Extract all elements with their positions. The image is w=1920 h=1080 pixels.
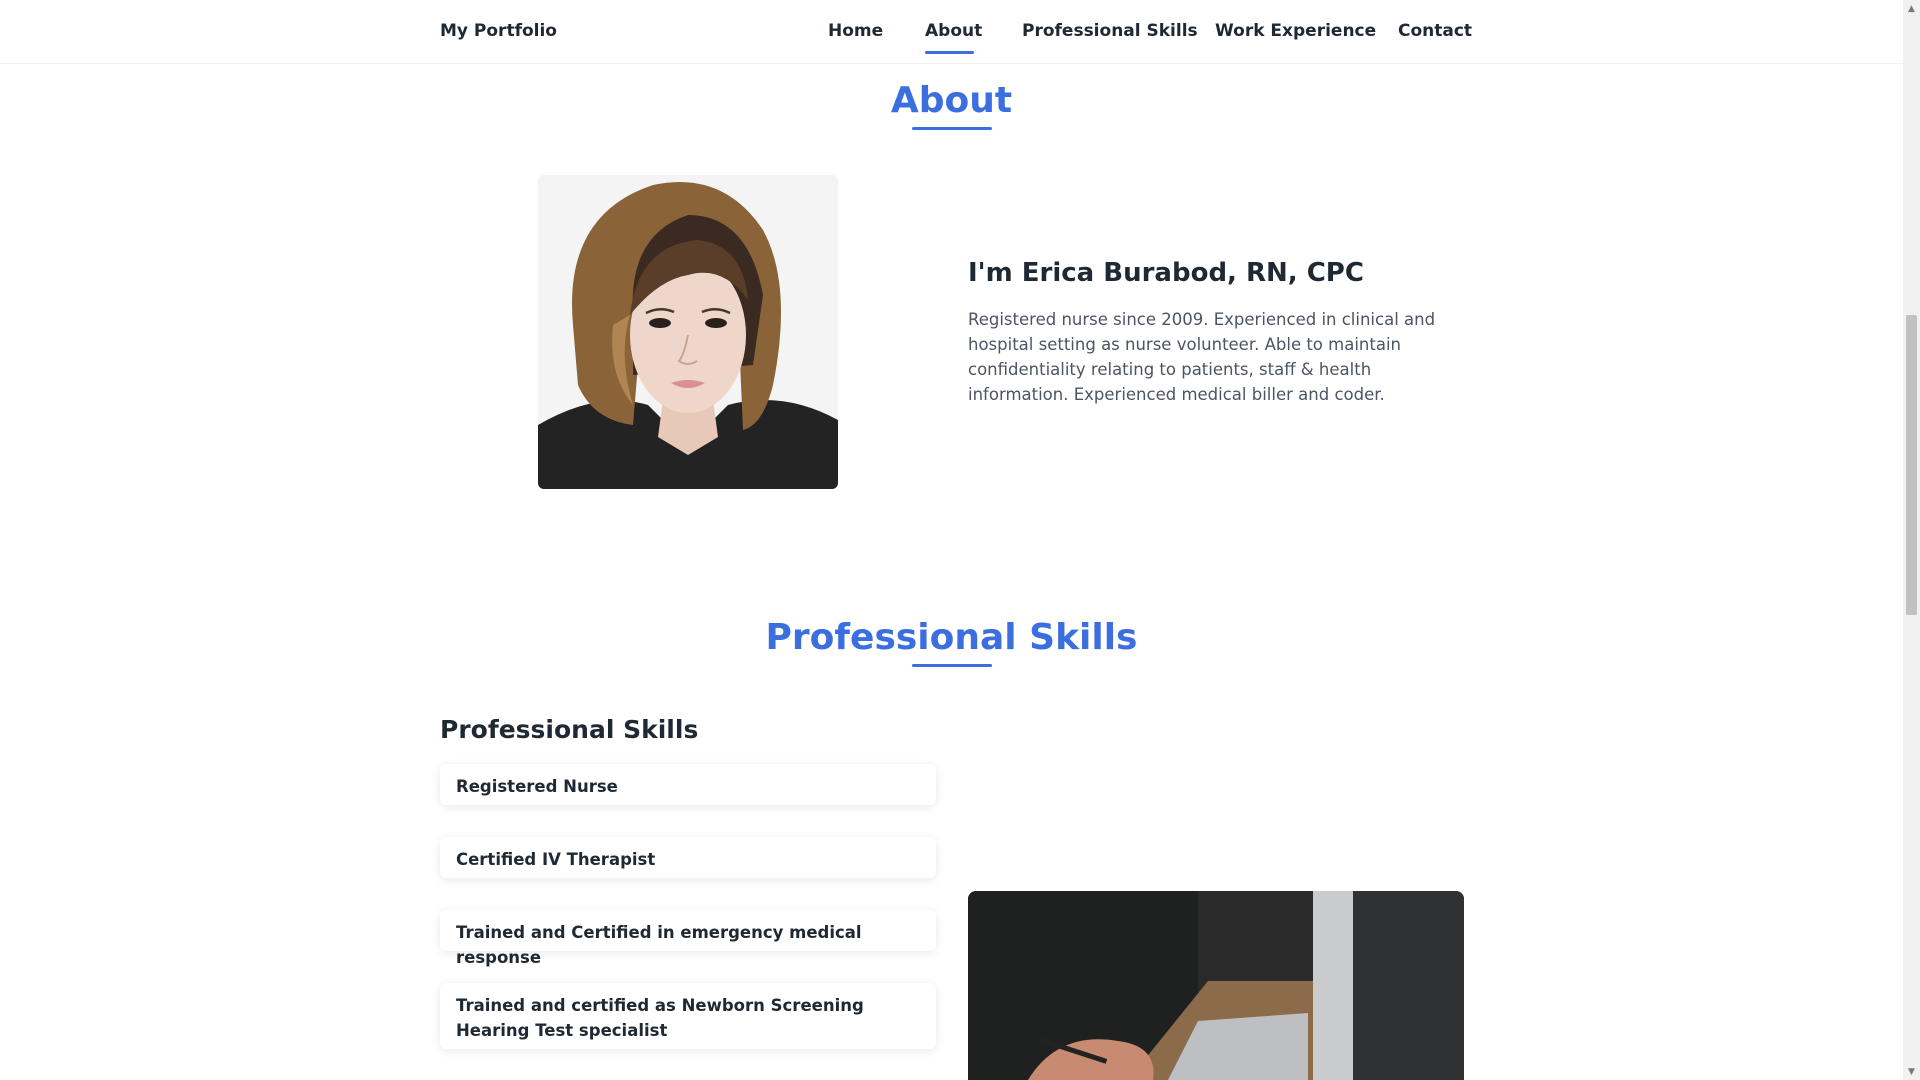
nav-work-experience-link[interactable]: Work Experience (1215, 21, 1376, 41)
brand-logo[interactable]: My Portfolio (440, 21, 557, 41)
skill-card: Certified IV Therapist (440, 837, 936, 878)
nav-active-indicator (925, 51, 974, 54)
skill-card: Trained and Certified in emergency medic… (440, 910, 936, 967)
profile-photo (538, 175, 838, 489)
skills-subtitle: Professional Skills (440, 715, 699, 744)
nav-home-link[interactable]: Home (828, 21, 883, 41)
about-section-title: About (890, 80, 1013, 121)
scrollbar-thumb[interactable] (1906, 315, 1917, 615)
skills-title-underline (912, 664, 992, 667)
skill-card: Trained and certified as Newborn Screeni… (440, 983, 936, 1049)
about-title-underline (912, 127, 992, 130)
skill-card: Registered Nurse (440, 764, 936, 805)
nav-professional-skills-link[interactable]: Professional Skills (1022, 21, 1198, 41)
about-name-heading: I'm Erica Burabod, RN, CPC (968, 258, 1364, 288)
scroll-down-arrow-icon[interactable]: ▼ (1903, 1063, 1920, 1080)
work-photo (968, 891, 1464, 1080)
nav-contact-link[interactable]: Contact (1398, 21, 1472, 41)
navbar: My Portfolio Home About Professional Ski… (0, 0, 1903, 64)
skills-section-title: Professional Skills (765, 617, 1138, 658)
page-scrollbar[interactable]: ▲ ▼ (1903, 0, 1920, 1080)
nav-about-link[interactable]: About (925, 21, 982, 41)
about-bio-text: Registered nurse since 2009. Experienced… (968, 310, 1436, 404)
page: My Portfolio Home About Professional Ski… (0, 0, 1920, 1080)
scroll-up-arrow-icon[interactable]: ▲ (1903, 0, 1920, 17)
